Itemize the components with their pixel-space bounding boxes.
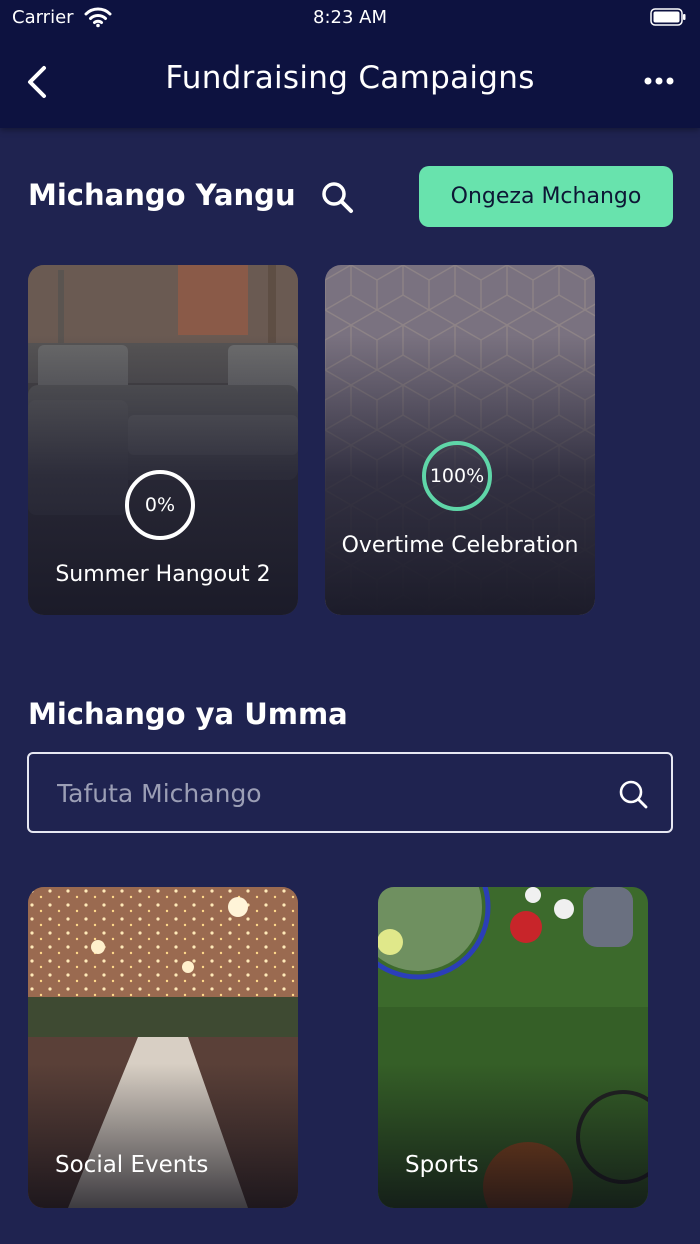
page-title: Fundraising Campaigns [165,60,535,96]
battery-icon [650,8,686,26]
search-input[interactable] [55,754,619,833]
category-card[interactable]: Social Events [28,887,298,1208]
add-campaign-button[interactable]: Ongeza Mchango [419,166,673,227]
more-horizontal-icon[interactable] [640,66,680,96]
progress-value: 100% [429,465,485,487]
status-bar: Carrier 8:23 AM [0,0,700,36]
campaign-name: Overtime Celebration [341,533,579,558]
card-overlay [325,265,595,615]
campaign-search-box [27,752,673,833]
progress-ring: 100% [422,441,492,511]
clock: 8:23 AM [313,7,387,28]
category-card[interactable]: Sports [378,887,648,1208]
campaign-card[interactable]: 100% Overtime Celebration [325,265,595,615]
category-name: Sports [405,1152,479,1178]
my-campaigns-title: Michango Yangu [28,178,296,212]
campaign-name: Summer Hangout 2 [55,562,271,587]
search-icon[interactable] [318,178,358,218]
campaign-card[interactable]: 0% Summer Hangout 2 [28,265,298,615]
app-header: Carrier 8:23 AM Fundraising Campaigns [0,0,700,128]
public-campaigns-title: Michango ya Umma [28,697,348,731]
category-name: Social Events [55,1152,209,1178]
progress-ring: 0% [125,470,195,540]
search-icon[interactable] [617,778,649,810]
progress-value: 0% [144,494,176,516]
